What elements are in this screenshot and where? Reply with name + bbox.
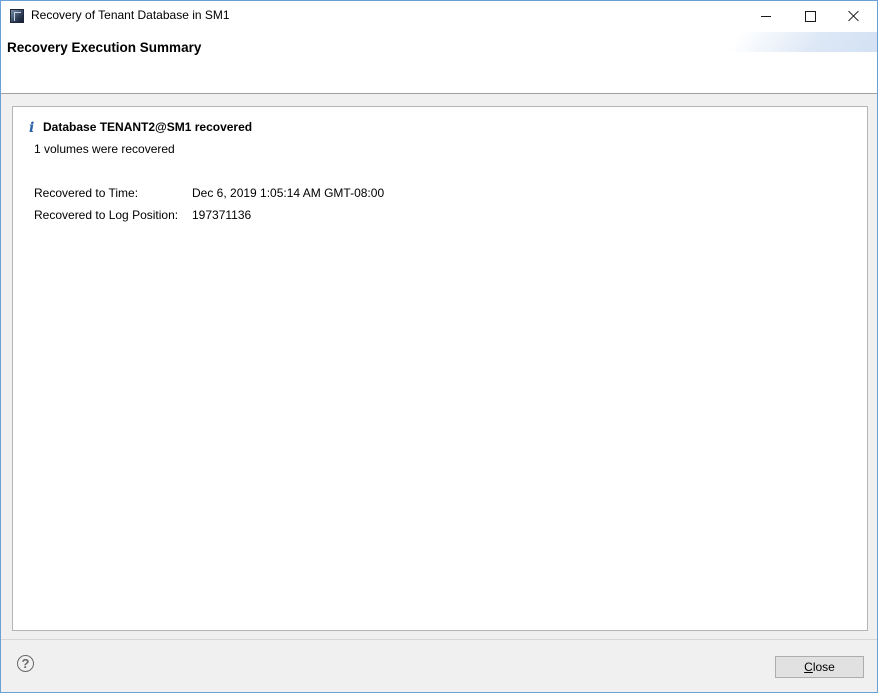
recovery-status-title: Database TENANT2@SM1 recovered bbox=[43, 120, 253, 134]
recovered-time-value: Dec 6, 2019 1:05:14 AM GMT-08:00 bbox=[192, 186, 385, 200]
minimize-button[interactable] bbox=[743, 1, 789, 31]
close-icon bbox=[848, 10, 860, 22]
summary-panel: i Database TENANT2@SM1 recovered 1 volum… bbox=[12, 106, 868, 631]
question-mark-icon[interactable]: ? bbox=[17, 655, 34, 672]
window-close-button[interactable] bbox=[831, 1, 877, 31]
recovered-log-position-label: Recovered to Log Position: bbox=[34, 208, 179, 222]
recovered-log-position-value: 197371136 bbox=[192, 208, 252, 222]
volumes-recovered-text: 1 volumes were recovered bbox=[34, 142, 175, 156]
window-title: Recovery of Tenant Database in SM1 bbox=[31, 8, 230, 22]
page-title: Recovery Execution Summary bbox=[7, 40, 202, 55]
info-icon: i bbox=[29, 120, 35, 136]
minimize-icon bbox=[761, 15, 771, 17]
close-button[interactable]: Close bbox=[775, 656, 864, 678]
header-banner-graphic bbox=[727, 32, 877, 52]
recovery-dialog: Recovery of Tenant Database in SM1 Recov… bbox=[0, 0, 878, 693]
close-button-label: lose bbox=[812, 660, 835, 674]
wizard-header: Recovery Execution Summary bbox=[1, 31, 877, 94]
title-bar: Recovery of Tenant Database in SM1 bbox=[1, 1, 877, 31]
footer-divider bbox=[1, 639, 877, 640]
recovered-time-label: Recovered to Time: bbox=[34, 186, 139, 200]
close-button-mnemonic: C bbox=[804, 660, 813, 674]
maximize-icon bbox=[804, 10, 816, 22]
app-icon bbox=[10, 9, 24, 23]
maximize-button[interactable] bbox=[787, 1, 833, 31]
